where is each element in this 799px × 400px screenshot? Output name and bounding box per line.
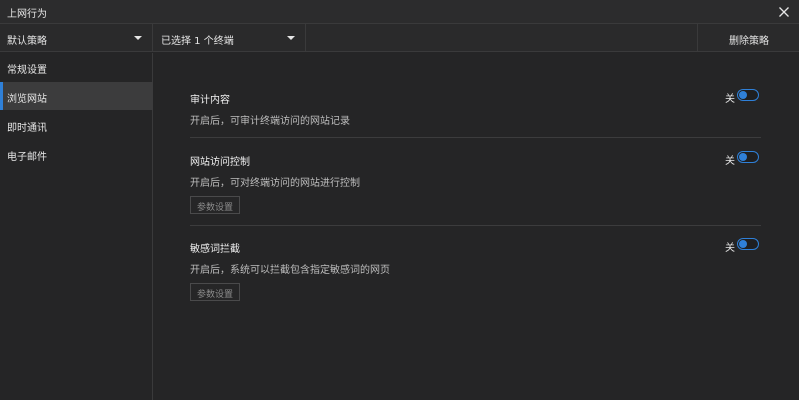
access-params-button[interactable]: 参数设置 (190, 196, 240, 214)
params-button-label: 参数设置 (196, 203, 233, 213)
chevron-down-icon (287, 36, 295, 40)
access-toggle-group: 关 (725, 151, 761, 167)
toggle-state-label: 关 (725, 156, 735, 167)
title-bar: 上网行为 (0, 0, 799, 24)
sensitive-toggle-group: 关 (725, 238, 761, 254)
section-description: 开启后，可对终端访问的网站进行控制 (190, 178, 360, 189)
sidebar: 常规设置 浏览网站 即时通讯 电子邮件 (0, 53, 153, 400)
policy-select-value: 默认策略 (7, 36, 47, 47)
section-title: 审计内容 (190, 95, 230, 106)
sidebar-item-label: 常规设置 (7, 65, 47, 76)
close-icon (779, 7, 789, 17)
sidebar-item-label: 即时通讯 (7, 123, 47, 134)
sensitive-word-toggle[interactable] (737, 238, 759, 250)
audit-toggle-group: 关 (725, 89, 761, 105)
sidebar-item-email[interactable]: 电子邮件 (0, 140, 153, 168)
section-title: 网站访问控制 (190, 157, 250, 168)
toggle-state-label: 关 (725, 243, 735, 254)
sensitive-word-section: 敏感词拦截 关 开启后，系统可以拦截包含指定敏感词的网页 参数设置 (190, 238, 761, 310)
terminal-select[interactable]: 已选择 1 个终端 (154, 24, 306, 51)
section-description: 开启后，可审计终端访问的网站记录 (190, 116, 350, 127)
close-button[interactable] (775, 3, 793, 21)
sidebar-item-browsing[interactable]: 浏览网站 (0, 82, 153, 110)
toggle-knob (739, 153, 747, 161)
delete-policy-button[interactable]: 删除策略 (697, 24, 799, 51)
section-divider (190, 137, 761, 138)
sidebar-item-label: 电子邮件 (7, 152, 47, 163)
audit-toggle[interactable] (737, 89, 759, 101)
audit-content-section: 审计内容 关 开启后，可审计终端访问的网站记录 (190, 89, 761, 138)
sidebar-item-im[interactable]: 即时通讯 (0, 111, 153, 139)
params-button-label: 参数设置 (196, 290, 233, 300)
toggle-knob (739, 240, 747, 248)
sensitive-params-button[interactable]: 参数设置 (190, 283, 240, 301)
sidebar-item-label: 浏览网站 (7, 94, 47, 105)
toggle-state-label: 关 (725, 94, 735, 105)
delete-policy-label: 删除策略 (729, 36, 769, 47)
section-title: 敏感词拦截 (190, 244, 240, 255)
section-divider (190, 225, 761, 226)
chevron-down-icon (134, 36, 142, 40)
dialog-window: 上网行为 默认策略 已选择 1 个终端 删除策略 常规设置 浏览网站 即时通讯 (0, 0, 799, 400)
access-control-toggle[interactable] (737, 151, 759, 163)
terminal-select-value: 已选择 1 个终端 (161, 36, 234, 47)
policy-select[interactable]: 默认策略 (0, 24, 153, 51)
window-title: 上网行为 (7, 9, 47, 20)
sidebar-item-general[interactable]: 常规设置 (0, 53, 153, 81)
section-description: 开启后，系统可以拦截包含指定敏感词的网页 (190, 265, 390, 276)
settings-panel: 审计内容 关 开启后，可审计终端访问的网站记录 网站访问控制 关 开启后，可对终… (154, 53, 799, 400)
website-access-section: 网站访问控制 关 开启后，可对终端访问的网站进行控制 参数设置 (190, 151, 761, 226)
toggle-knob (739, 91, 747, 99)
toolbar: 默认策略 已选择 1 个终端 删除策略 (0, 24, 799, 52)
